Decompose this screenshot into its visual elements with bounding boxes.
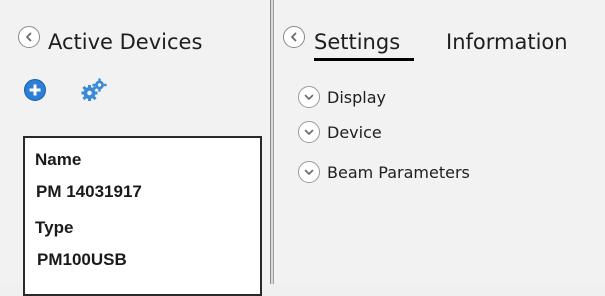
section-beam-parameters[interactable]: Beam Parameters [298,161,470,183]
active-devices-panel: Active Devices Name PM 14031917 Type PM1… [0,0,270,296]
device-settings-button[interactable] [81,78,107,102]
name-value: PM 14031917 [36,182,142,201]
chevron-down-icon [298,121,320,143]
chevron-left-icon [26,32,32,42]
tab-settings[interactable]: Settings [314,30,400,54]
name-label: Name [35,150,82,169]
section-display-label: Display [327,87,386,107]
collapse-panel-button[interactable] [18,26,40,48]
settings-panel: Settings Information Display Device Beam… [274,0,605,284]
active-tab-indicator [314,58,414,61]
type-label: Type [35,218,74,237]
collapse-settings-button[interactable] [283,26,305,48]
chevron-down-icon [298,86,320,108]
tab-information[interactable]: Information [446,30,568,54]
section-device-label: Device [327,122,382,142]
device-info-card[interactable]: Name PM 14031917 Type PM100USB [23,136,262,296]
chevron-down-icon [298,161,320,183]
section-display[interactable]: Display [298,86,386,108]
section-device[interactable]: Device [298,121,382,143]
chevron-left-icon [291,32,297,42]
type-value: PM100USB [37,250,127,269]
add-device-button[interactable] [24,79,46,101]
gears-icon [81,78,107,101]
panel-title: Active Devices [48,30,203,54]
plus-icon [29,84,41,96]
section-beam-parameters-label: Beam Parameters [327,162,470,182]
